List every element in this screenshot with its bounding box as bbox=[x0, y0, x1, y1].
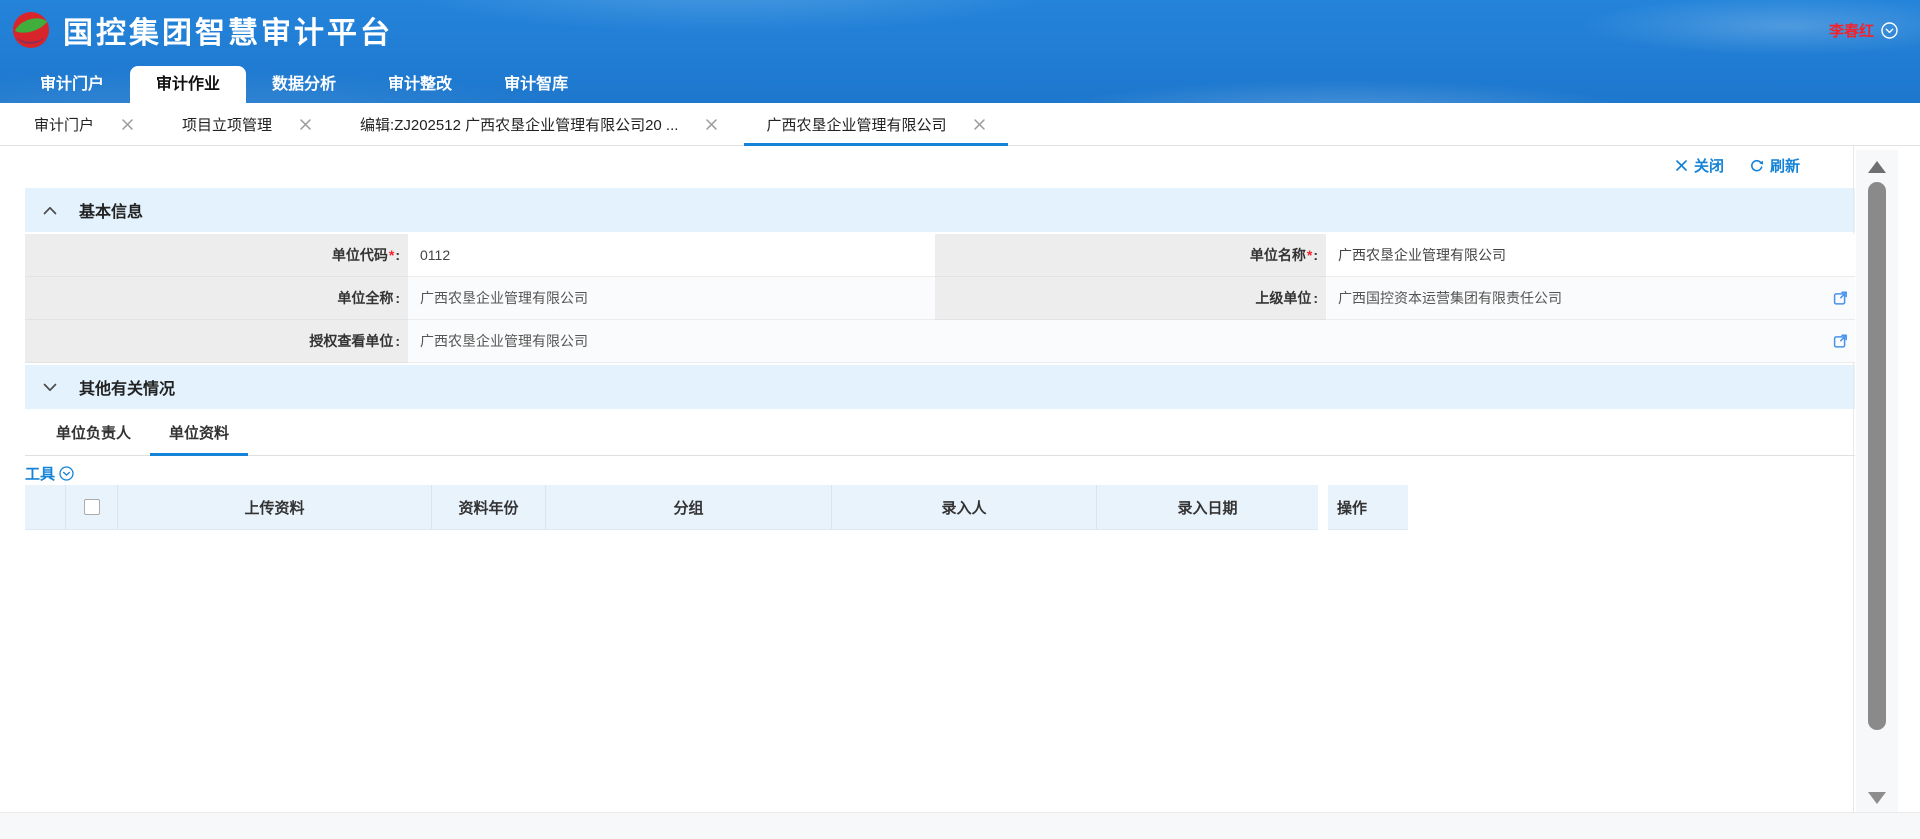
tab-close-icon[interactable] bbox=[705, 118, 718, 131]
nav-item-audit-work[interactable]: 审计作业 bbox=[130, 66, 246, 103]
app-header: 国控集团智慧审计平台 李春红 审计门户 审计作业 数据分析 审计整改 审计智库 bbox=[0, 0, 1920, 103]
company-logo-icon bbox=[12, 11, 50, 49]
select-all-checkbox[interactable] bbox=[84, 499, 100, 515]
user-name: 李春红 bbox=[1829, 20, 1874, 41]
page-tab-bar: 审计门户 项目立项管理 编辑:ZJ202512 广西农垦企业管理有限公司20 .… bbox=[0, 103, 1920, 146]
nav-item-data-analysis[interactable]: 数据分析 bbox=[246, 66, 362, 103]
title-bar: 国控集团智慧审计平台 李春红 bbox=[0, 0, 1920, 60]
refresh-page-button[interactable]: 刷新 bbox=[1750, 155, 1800, 176]
unit-name-input[interactable] bbox=[1326, 234, 1855, 276]
documents-table-header: 上传资料 资料年份 分组 录入人 录入日期 操作 bbox=[25, 485, 1855, 530]
scrollbar-thumb[interactable] bbox=[1868, 182, 1886, 730]
user-menu[interactable]: 李春红 bbox=[1829, 20, 1898, 41]
field-label-unit-name: 单位名称*: bbox=[935, 234, 1326, 277]
other-info-tabs: 单位负责人 单位资料 bbox=[25, 409, 1855, 456]
chevron-up-icon bbox=[43, 206, 57, 215]
tab-close-icon[interactable] bbox=[121, 118, 134, 131]
field-value-authorized-units: 广西农垦企业管理有限公司 bbox=[408, 320, 1855, 363]
page-toolbar: 关闭 刷新 bbox=[25, 146, 1855, 182]
field-label-unit-full-name: 单位全称: bbox=[25, 277, 408, 320]
external-link-icon[interactable] bbox=[1833, 334, 1848, 349]
page-title: 国控集团智慧审计平台 bbox=[63, 8, 393, 52]
nav-item-audit-portal[interactable]: 审计门户 bbox=[14, 66, 130, 103]
x-icon bbox=[1675, 159, 1688, 172]
tab-close-icon[interactable] bbox=[973, 118, 986, 131]
field-value-parent-unit: 广西国控资本运营集团有限责任公司 bbox=[1326, 277, 1855, 320]
page-tab-audit-portal[interactable]: 审计门户 bbox=[10, 103, 158, 145]
column-header-year: 资料年份 bbox=[432, 485, 546, 530]
select-all-cell bbox=[66, 485, 118, 530]
bottom-strip bbox=[0, 812, 1920, 839]
refresh-icon bbox=[1750, 159, 1764, 173]
section-other-info-header[interactable]: 其他有关情况 bbox=[25, 365, 1855, 409]
column-header-group: 分组 bbox=[546, 485, 832, 530]
field-label-parent-unit: 上级单位: bbox=[935, 277, 1326, 320]
basic-info-form: 单位代码*: 单位名称*: 单位全称: 广西农垦企业管理有限公司 上级单位: bbox=[25, 234, 1855, 363]
app-window: 国控集团智慧审计平台 李春红 审计门户 审计作业 数据分析 审计整改 审计智库 … bbox=[0, 0, 1920, 839]
field-label-authorized-units: 授权查看单位: bbox=[25, 320, 408, 363]
chevron-down-circle-icon bbox=[1881, 22, 1898, 39]
main-content: 关闭 刷新 基本信息 单位代码*: bbox=[0, 146, 1920, 812]
field-value-unit-full-name: 广西农垦企业管理有限公司 bbox=[408, 277, 935, 320]
page-tab-edit-project[interactable]: 编辑:ZJ202512 广西农垦企业管理有限公司20 ... bbox=[336, 103, 742, 145]
nav-item-audit-rectification[interactable]: 审计整改 bbox=[362, 66, 478, 103]
page-tab-unit-detail[interactable]: 广西农垦企业管理有限公司 bbox=[742, 103, 1010, 145]
external-link-icon[interactable] bbox=[1833, 291, 1848, 306]
triangle-up-icon[interactable] bbox=[1868, 161, 1886, 173]
field-value-unit-name bbox=[1326, 234, 1855, 277]
nav-item-audit-knowledge[interactable]: 审计智库 bbox=[478, 66, 594, 103]
tab-unit-documents[interactable]: 单位资料 bbox=[150, 409, 248, 455]
section-title: 其他有关情况 bbox=[79, 375, 175, 399]
column-header-entered-by: 录入人 bbox=[832, 485, 1097, 530]
page-tab-project-approval[interactable]: 项目立项管理 bbox=[158, 103, 336, 145]
field-label-unit-code: 单位代码*: bbox=[25, 234, 408, 277]
tab-close-icon[interactable] bbox=[299, 118, 312, 131]
chevron-down-icon bbox=[43, 383, 57, 392]
unit-code-input[interactable] bbox=[408, 234, 935, 276]
chevron-down-circle-icon bbox=[59, 466, 74, 481]
vertical-scrollbar[interactable] bbox=[1856, 150, 1898, 812]
close-page-button[interactable]: 关闭 bbox=[1675, 155, 1724, 176]
column-header-actions: 操作 bbox=[1328, 485, 1408, 530]
table-row-index-header bbox=[25, 485, 66, 530]
column-divider bbox=[1318, 485, 1328, 530]
triangle-down-icon[interactable] bbox=[1868, 792, 1886, 804]
section-title: 基本信息 bbox=[79, 198, 143, 222]
tools-dropdown[interactable]: 工具 bbox=[25, 461, 74, 485]
field-value-unit-code bbox=[408, 234, 935, 277]
column-header-entry-date: 录入日期 bbox=[1097, 485, 1318, 530]
section-basic-info-header[interactable]: 基本信息 bbox=[25, 188, 1855, 232]
column-header-upload: 上传资料 bbox=[118, 485, 432, 530]
tab-unit-managers[interactable]: 单位负责人 bbox=[37, 409, 150, 455]
main-nav: 审计门户 审计作业 数据分析 审计整改 审计智库 bbox=[0, 60, 1920, 103]
